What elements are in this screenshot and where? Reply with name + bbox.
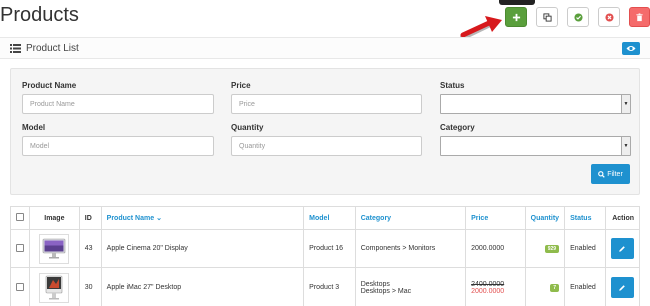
product-name-label: Product Name (22, 81, 77, 90)
times-circle-icon (604, 12, 614, 22)
monitor-icon (43, 238, 66, 258)
sort-product-name-link[interactable]: Product Name (107, 215, 154, 222)
filter-button-label: Filter (607, 170, 623, 178)
col-action: Action (604, 206, 641, 230)
table-header-row: Image ID Product Name ⌄ Model Category P… (10, 206, 641, 230)
filter-panel: Product Name Product Name Price Price St… (10, 68, 640, 195)
quantity-cell: 929 (524, 229, 566, 268)
product-thumbnail (39, 272, 70, 303)
pencil-icon (619, 284, 626, 291)
name-cell: Apple Cinema 20" Display (100, 229, 305, 268)
plus-icon (512, 13, 520, 21)
action-cell (604, 267, 641, 306)
col-price[interactable]: Price (465, 206, 526, 230)
search-icon (598, 170, 605, 178)
trash-icon (636, 12, 643, 21)
copy-icon (542, 12, 552, 22)
image-cell (29, 229, 80, 268)
model-label: Model (22, 123, 46, 132)
toggle-filter-button[interactable] (622, 42, 640, 55)
model-cell: Product 3 (303, 267, 356, 306)
page-title: Products (0, 4, 79, 26)
col-quantity[interactable]: Quantity (524, 206, 566, 230)
model-cell: Product 16 (303, 229, 356, 268)
quantity-badge: 929 (544, 244, 560, 253)
category-cell: Components > Monitors (354, 229, 467, 268)
eye-icon (626, 46, 636, 51)
model-input[interactable]: Model (22, 136, 214, 156)
col-image: Image (29, 206, 80, 230)
special-price: 2000.0000 (471, 287, 505, 295)
check-circle-icon (573, 12, 583, 22)
imac-icon (46, 275, 63, 299)
status-cell: Enabled (564, 267, 606, 306)
pencil-icon (619, 245, 626, 252)
quantity-label: Quantity (231, 123, 264, 132)
col-status[interactable]: Status (564, 206, 606, 230)
list-icon (10, 44, 21, 53)
category-line: Desktops (360, 280, 390, 288)
product-list-panel-heading: Product List (0, 37, 650, 59)
col-id: ID (78, 206, 102, 230)
disable-button[interactable] (598, 7, 620, 27)
col-category[interactable]: Category (354, 206, 467, 230)
category-select[interactable]: ▼ (440, 136, 631, 156)
product-name-input[interactable]: Product Name (22, 94, 214, 114)
chevron-down-icon: ⌄ (156, 215, 162, 222)
col-model[interactable]: Model (303, 206, 356, 230)
category-line: Desktops > Mac (360, 287, 412, 295)
table-row: 30 Apple iMac 27" Desktop Product 3 Desk… (10, 267, 641, 306)
price-input[interactable]: Price (231, 94, 422, 114)
action-cell (604, 229, 641, 268)
select-all-checkbox[interactable] (16, 213, 24, 221)
add-tooltip (499, 0, 535, 5)
edit-button[interactable] (610, 238, 634, 259)
name-cell: Apple iMac 27" Desktop (100, 267, 305, 306)
row-select-cell (10, 229, 30, 268)
category-label: Category (440, 123, 475, 132)
add-new-button[interactable] (505, 7, 527, 27)
row-select-cell (10, 267, 30, 306)
filter-button[interactable]: Filter (591, 164, 630, 184)
copy-button[interactable] (536, 7, 558, 27)
row-checkbox[interactable] (16, 243, 24, 252)
edit-button[interactable] (610, 277, 634, 298)
select-arrow-icon: ▼ (621, 95, 630, 113)
delete-button[interactable] (629, 7, 650, 27)
category-line: Components > Monitors (360, 245, 436, 252)
quantity-badge: 7 (550, 283, 560, 292)
panel-title: Product List (26, 43, 79, 54)
status-select[interactable]: ▼ (440, 94, 631, 114)
id-cell: 43 (78, 229, 102, 268)
col-product-name[interactable]: Product Name ⌄ (100, 206, 305, 230)
price-label: Price (231, 81, 251, 90)
select-all-cell (10, 206, 30, 230)
enable-button[interactable] (567, 7, 589, 27)
product-thumbnail (39, 233, 70, 264)
quantity-cell: 7 (524, 267, 566, 306)
image-cell (29, 267, 80, 306)
id-cell: 30 (78, 267, 102, 306)
price-cell: 2000.0000 (465, 229, 526, 268)
status-label: Status (440, 81, 465, 90)
category-cell: Desktops Desktops > Mac (354, 267, 467, 306)
status-cell: Enabled (564, 229, 606, 268)
table-row: 43 Apple Cinema 20" Display Product 16 C… (10, 229, 641, 268)
original-price: 2400.0000 (471, 280, 505, 288)
row-checkbox[interactable] (16, 282, 24, 291)
select-arrow-icon: ▼ (621, 137, 630, 155)
product-table: Image ID Product Name ⌄ Model Category P… (10, 206, 641, 306)
quantity-input[interactable]: Quantity (231, 136, 422, 156)
price-cell: 2400.0000 2000.0000 (465, 267, 526, 306)
